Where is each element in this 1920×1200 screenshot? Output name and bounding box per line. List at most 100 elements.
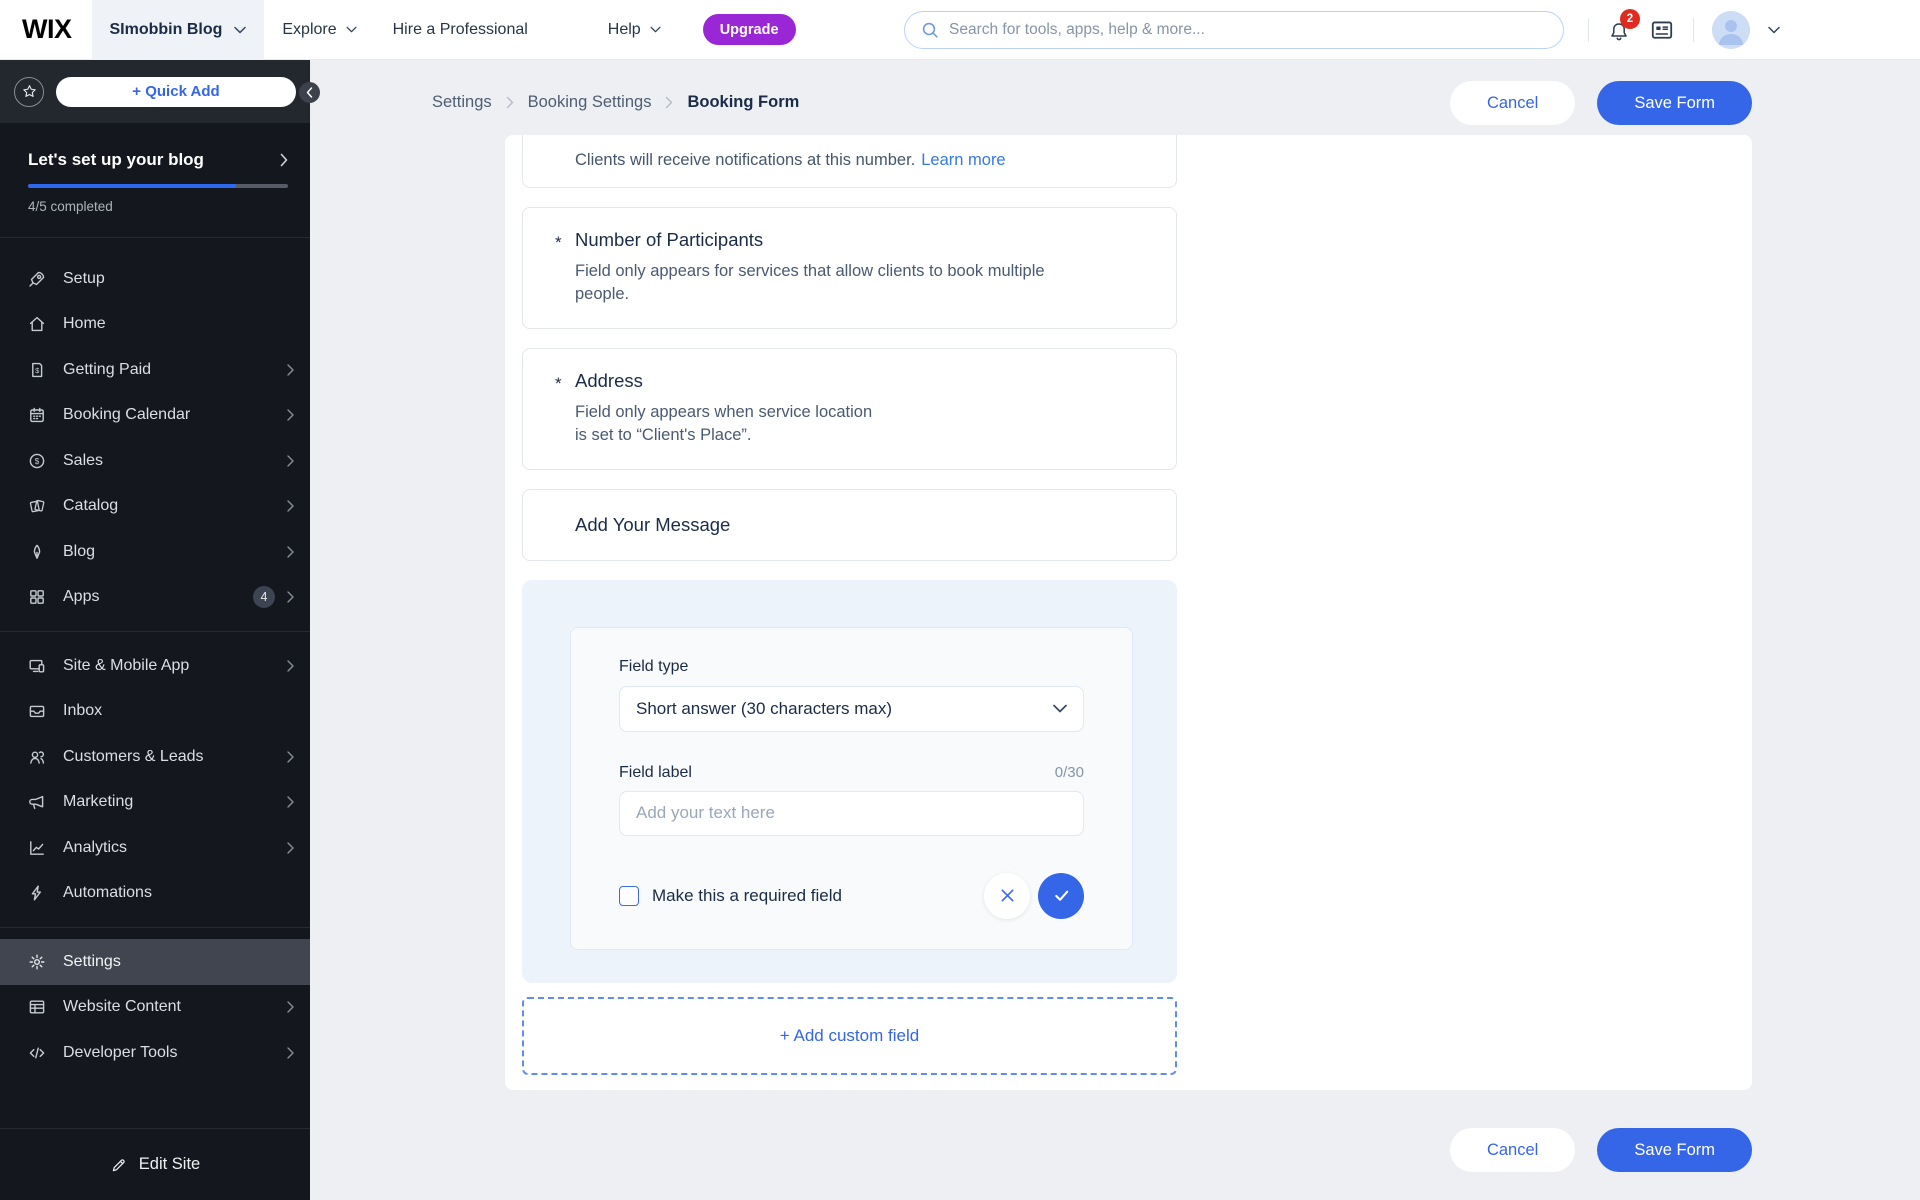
nav-hire-a-professional[interactable]: Hire a Professional bbox=[393, 21, 528, 39]
chevron-down-icon bbox=[234, 26, 247, 34]
sidebar-item-sales[interactable]: $ Sales bbox=[0, 438, 310, 484]
custom-field-editor-card: Field type Short answer (30 characters m… bbox=[570, 626, 1133, 950]
sidebar-item-catalog[interactable]: Catalog bbox=[0, 484, 310, 530]
booking-form-panel: Clients will receive notifications at th… bbox=[505, 135, 1752, 1090]
phone-number-card: Clients will receive notifications at th… bbox=[522, 135, 1177, 188]
gear-icon bbox=[27, 952, 47, 972]
sidebar-item-site-mobile-app[interactable]: Site & Mobile App bbox=[0, 643, 310, 689]
required-checkbox[interactable] bbox=[619, 885, 639, 906]
sidebar-item-setup[interactable]: Setup bbox=[0, 256, 310, 302]
field-label-input[interactable] bbox=[619, 790, 1084, 836]
chevron-down-icon bbox=[1053, 704, 1067, 713]
star-icon bbox=[22, 84, 37, 99]
sidebar-item-customers-leads[interactable]: Customers & Leads bbox=[0, 734, 310, 780]
save-form-button-bottom[interactable]: Save Form bbox=[1597, 1128, 1752, 1172]
chevron-right-icon bbox=[280, 153, 288, 167]
topbar: WIX SImobbin Blog Explore Hire a Profess… bbox=[0, 0, 1920, 60]
sidebar-item-marketing[interactable]: Marketing bbox=[0, 780, 310, 826]
chevron-right-icon bbox=[287, 1001, 294, 1013]
custom-field-editor: Field type Short answer (30 characters m… bbox=[522, 579, 1177, 983]
char-counter: 0/30 bbox=[1054, 764, 1084, 782]
save-form-button[interactable]: Save Form bbox=[1597, 81, 1752, 125]
sidebar-item-home[interactable]: Home bbox=[0, 302, 310, 348]
sidebar-item-label: Sales bbox=[63, 451, 104, 469]
favorites-button[interactable] bbox=[14, 76, 44, 107]
field-type-label: Field type bbox=[619, 657, 689, 675]
sidebar-collapse-button[interactable] bbox=[299, 82, 320, 103]
field-title: Address bbox=[575, 369, 643, 391]
sidebar-footer: Edit Site bbox=[0, 1128, 310, 1200]
chevron-down-icon bbox=[650, 26, 661, 33]
chevron-right-icon bbox=[287, 500, 294, 512]
divider bbox=[1588, 17, 1589, 42]
breadcrumb-settings[interactable]: Settings bbox=[432, 93, 492, 112]
chevron-right-icon bbox=[287, 751, 294, 763]
chevron-down-icon[interactable] bbox=[1768, 26, 1780, 34]
upgrade-button[interactable]: Upgrade bbox=[702, 14, 796, 45]
sidebar-item-website-content[interactable]: Website Content bbox=[0, 985, 310, 1031]
svg-text:$: $ bbox=[35, 366, 40, 375]
field-label-label: Field label bbox=[619, 763, 692, 781]
sidebar-item-blog[interactable]: Blog bbox=[0, 529, 310, 575]
add-custom-field-button[interactable]: + Add custom field bbox=[522, 996, 1177, 1075]
sidebar-item-label: Analytics bbox=[63, 838, 128, 856]
cancel-button-bottom[interactable]: Cancel bbox=[1449, 1128, 1576, 1172]
required-marker: * bbox=[555, 373, 562, 393]
divider bbox=[0, 631, 310, 632]
megaphone-icon bbox=[27, 792, 47, 812]
close-icon bbox=[999, 887, 1016, 904]
nav-help[interactable]: Help bbox=[608, 21, 661, 39]
analytics-icon bbox=[27, 838, 47, 858]
sidebar-item-label: Home bbox=[63, 315, 106, 333]
search-input[interactable] bbox=[949, 20, 1547, 39]
site-name: SImobbin Blog bbox=[109, 20, 223, 38]
address-field-card[interactable]: * Address Field only appears when servic… bbox=[522, 347, 1177, 470]
sidebar-menu: Setup Home $ Getting Paid Booking Calend… bbox=[0, 238, 310, 1076]
breadcrumb-booking-settings[interactable]: Booking Settings bbox=[528, 93, 652, 112]
quick-add-button[interactable]: + Quick Add bbox=[56, 76, 296, 107]
edit-site-button[interactable]: Edit Site bbox=[0, 1129, 310, 1200]
sidebar-item-label: Automations bbox=[63, 884, 152, 902]
nav-explore[interactable]: Explore bbox=[282, 21, 357, 39]
sidebar-item-label: Setup bbox=[63, 269, 105, 287]
participants-field-card[interactable]: * Number of Participants Field only appe… bbox=[522, 207, 1177, 329]
breadcrumb-booking-form: Booking Form bbox=[687, 93, 800, 111]
chevron-right-icon bbox=[287, 364, 294, 376]
setup-banner-link[interactable]: Let's set up your blog bbox=[28, 150, 288, 170]
notification-badge: 2 bbox=[1620, 8, 1640, 29]
message-field-card[interactable]: Add Your Message bbox=[522, 488, 1177, 561]
updates-feed-button[interactable] bbox=[1649, 18, 1675, 42]
sidebar-item-developer-tools[interactable]: Developer Tools bbox=[0, 1030, 310, 1076]
field-type-select[interactable]: Short answer (30 characters max) bbox=[619, 685, 1084, 732]
sidebar-item-label: Booking Calendar bbox=[63, 406, 191, 424]
sidebar-item-booking-calendar[interactable]: Booking Calendar bbox=[0, 393, 310, 439]
site-selector[interactable]: SImobbin Blog bbox=[91, 0, 265, 60]
chevron-right-icon bbox=[506, 96, 514, 109]
confirm-field-button[interactable] bbox=[1038, 872, 1084, 919]
devices-icon bbox=[27, 656, 47, 676]
inbox-icon bbox=[27, 701, 47, 721]
required-marker: * bbox=[555, 233, 562, 252]
sidebar-item-label: Settings bbox=[63, 952, 121, 970]
sidebar-item-analytics[interactable]: Analytics bbox=[0, 825, 310, 871]
sidebar-item-inbox[interactable]: Inbox bbox=[0, 689, 310, 735]
learn-more-link[interactable]: Learn more bbox=[921, 151, 1005, 169]
sidebar-item-getting-paid[interactable]: $ Getting Paid bbox=[0, 347, 310, 393]
chevron-right-icon bbox=[665, 96, 673, 109]
cancel-field-button[interactable] bbox=[984, 872, 1030, 919]
breadcrumb: Settings Booking Settings Booking Form bbox=[432, 93, 799, 112]
sidebar-item-label: Developer Tools bbox=[63, 1043, 178, 1061]
field-description-line: Field only appears when service location bbox=[575, 402, 873, 421]
sidebar-item-label: Blog bbox=[63, 542, 96, 560]
quick-add-strip: + Quick Add bbox=[0, 60, 310, 123]
sidebar-item-settings[interactable]: Settings bbox=[0, 939, 310, 985]
notifications-button[interactable]: 2 bbox=[1607, 8, 1640, 44]
wix-logo[interactable]: WIX bbox=[22, 14, 72, 45]
sidebar-item-automations[interactable]: Automations bbox=[0, 871, 310, 917]
avatar[interactable] bbox=[1712, 10, 1750, 49]
field-title: Number of Participants bbox=[575, 229, 764, 250]
cancel-button[interactable]: Cancel bbox=[1449, 81, 1576, 125]
required-checkbox-label: Make this a required field bbox=[652, 885, 842, 905]
lightning-icon bbox=[27, 883, 47, 903]
sidebar-item-apps[interactable]: Apps 4 bbox=[0, 575, 310, 621]
